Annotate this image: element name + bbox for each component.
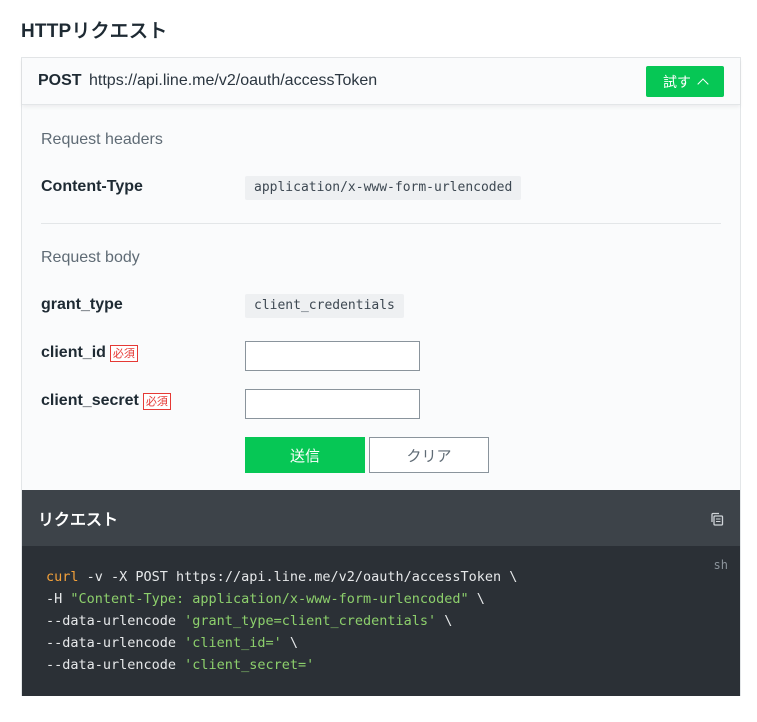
request-headers-title: Request headers [41, 131, 163, 148]
clear-button[interactable]: クリア [369, 437, 489, 473]
endpoint-url: https://api.line.me/v2/oauth/accessToken [89, 72, 378, 89]
request-body-title: Request body [41, 249, 140, 266]
grant-type-label: grant_type [41, 296, 123, 313]
http-method: POST [38, 72, 82, 89]
client-id-label: client_id 必須 [41, 344, 138, 362]
code-string: 'client_id=' [184, 635, 282, 651]
client-secret-input[interactable] [245, 389, 420, 419]
code-line: --data-urlencode 'client_id=' \ [46, 635, 298, 651]
header-value: application/x-www-form-urlencoded [245, 176, 522, 200]
divider [41, 223, 721, 224]
request-title: リクエスト [38, 510, 119, 529]
request-panel-header: リクエスト [22, 490, 740, 546]
code-text: -v -X POST https://api.line.me/v2/oauth/… [78, 569, 518, 585]
code-text: -H [46, 591, 71, 607]
section-title: HTTPリクエスト [21, 21, 168, 42]
code-text: \ [468, 591, 485, 607]
code-line: --data-urlencode 'grant_type=client_cred… [46, 613, 452, 629]
code-text: --data-urlencode [46, 635, 185, 651]
code-command: curl [46, 569, 79, 585]
try-label: 試す [663, 74, 691, 91]
grant-type-value: client_credentials [245, 294, 404, 318]
code-string: 'client_secret=' [184, 657, 315, 673]
try-button[interactable]: 試す [646, 66, 724, 97]
code-text: \ [436, 613, 453, 629]
code-text: \ [281, 635, 298, 651]
client-id-name: client_id [41, 344, 106, 361]
required-badge: 必須 [109, 344, 138, 362]
copy-icon[interactable] [710, 512, 724, 526]
client-id-input[interactable] [245, 341, 420, 371]
required-badge: 必須 [142, 392, 171, 410]
code-string: "Content-Type: application/x-www-form-ur… [70, 591, 469, 607]
chevron-up-icon [697, 77, 709, 90]
header-name: Content-Type [41, 178, 143, 195]
endpoint-bar: POST https://api.line.me/v2/oauth/access… [22, 58, 740, 105]
code-block: sh curl -v -X POST https://api.line.me/v… [22, 546, 740, 696]
code-text: --data-urlencode [46, 657, 185, 673]
code-line: --data-urlencode 'client_secret=' [46, 657, 314, 673]
send-button[interactable]: 送信 [245, 437, 365, 473]
code-language-label: sh [713, 558, 728, 572]
client-secret-label: client_secret 必須 [41, 392, 171, 410]
code-text: --data-urlencode [46, 613, 185, 629]
code-line: curl -v -X POST https://api.line.me/v2/o… [46, 569, 517, 585]
code-string: 'grant_type=client_credentials' [184, 613, 437, 629]
api-card: POST https://api.line.me/v2/oauth/access… [21, 57, 741, 696]
client-secret-name: client_secret [41, 392, 139, 409]
code-line: -H "Content-Type: application/x-www-form… [46, 591, 485, 607]
